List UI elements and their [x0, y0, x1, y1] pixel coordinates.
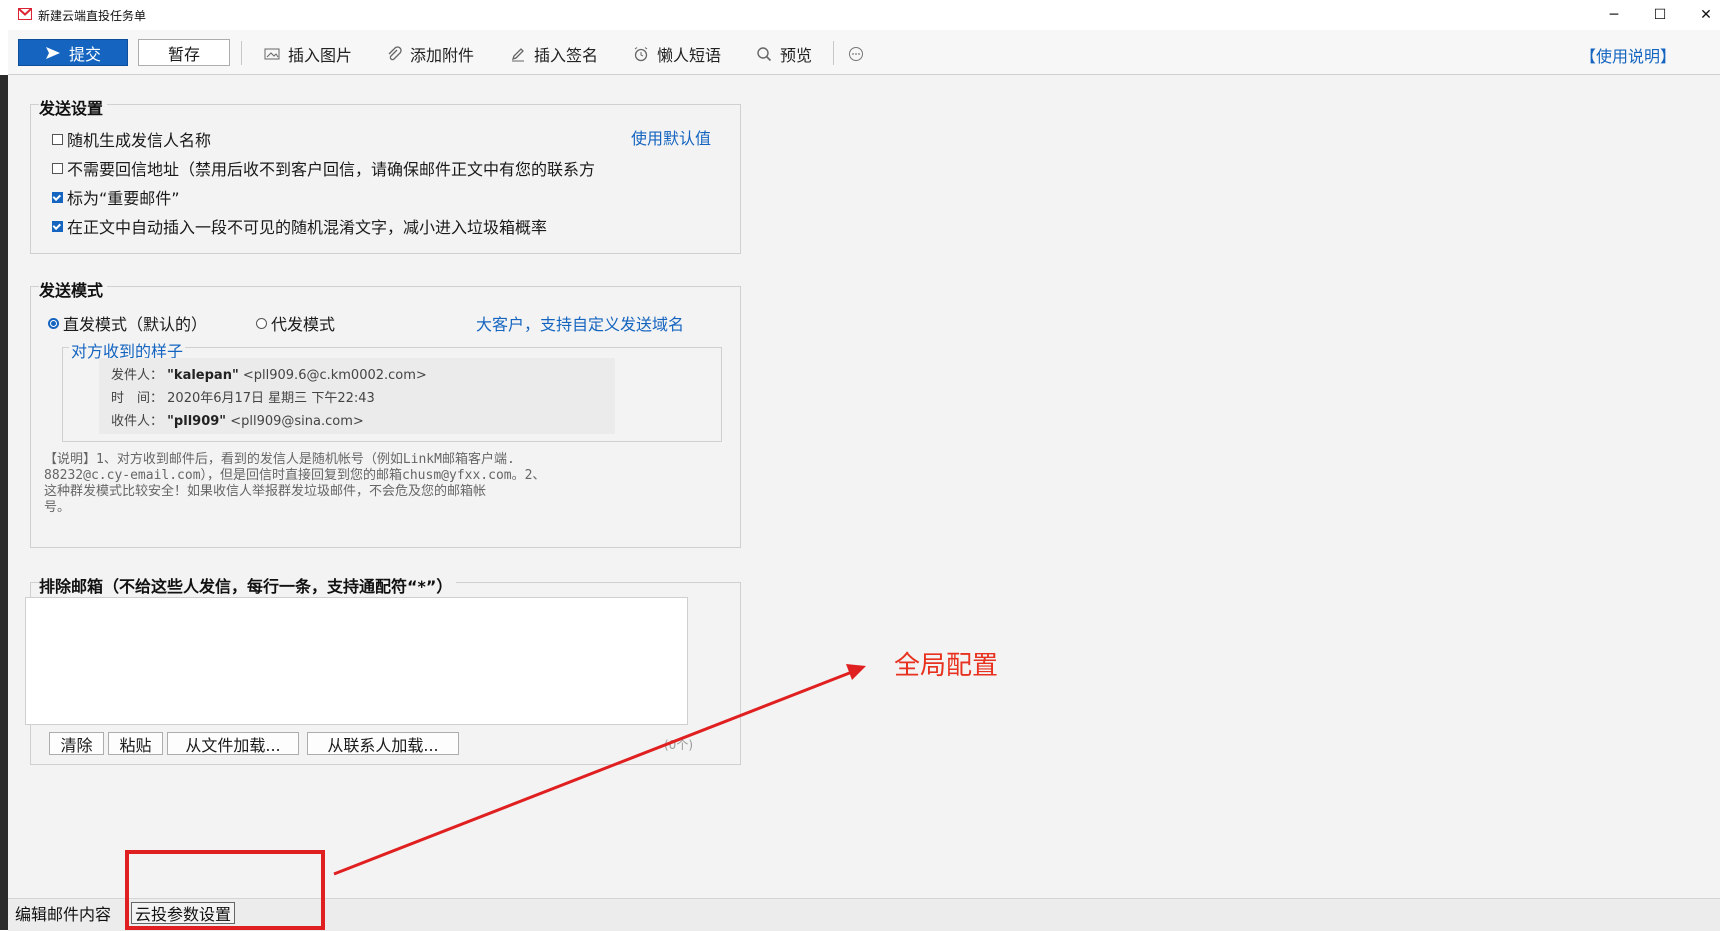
annotation-arrow — [333, 664, 866, 876]
annotation-label: 全局配置 — [894, 651, 999, 681]
arrowhead-icon — [846, 664, 866, 680]
